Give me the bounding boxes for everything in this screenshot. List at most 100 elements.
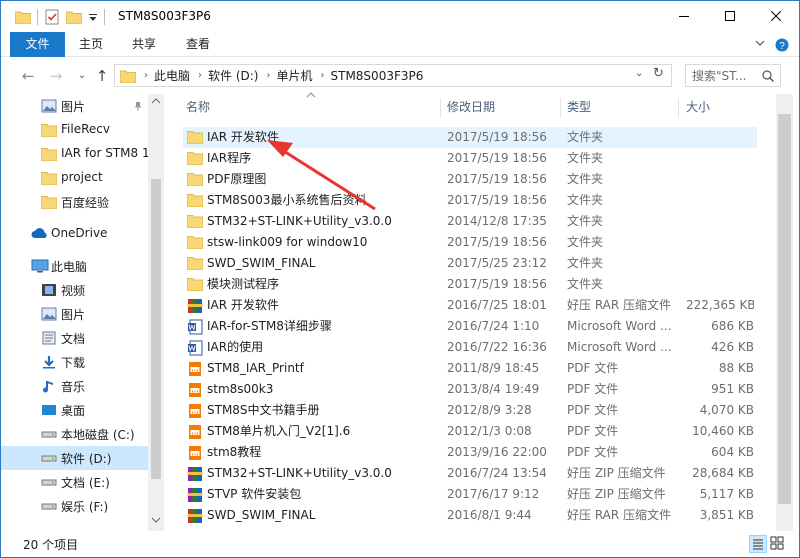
properties-icon[interactable] [44, 9, 60, 25]
drive-icon [41, 475, 59, 489]
file-row[interactable]: stsw-link009 for window10 2017/5/19 18:56… [183, 232, 757, 253]
window-title: STM8S003F3P6 [118, 9, 211, 23]
column-header-size[interactable]: 大小 [686, 94, 756, 120]
file-row[interactable]: IAR的使用 2016/7/22 16:36 Microsoft Word ... 4… [183, 337, 757, 358]
sidebar-item[interactable]: 图片 [1, 302, 148, 326]
help-icon[interactable]: ? [775, 38, 789, 52]
column-divider[interactable] [440, 98, 441, 118]
refresh-icon[interactable]: ↻ [653, 66, 664, 81]
chevron-right-icon[interactable]: › [321, 70, 325, 81]
chevron-down-icon[interactable]: ⌄ [635, 68, 643, 79]
sidebar-item[interactable]: 文档 (E:) [1, 470, 148, 494]
sidebar-item-label: 图片 [61, 308, 86, 322]
sidebar-item[interactable]: project [1, 166, 148, 190]
file-name: IAR的使用 [207, 340, 264, 354]
file-row[interactable]: IAR 开发软件 2016/7/25 18:01 好压 RAR 压缩文件 222,36… [183, 295, 757, 316]
breadcrumb-this-pc[interactable]: 此电脑 [154, 67, 190, 84]
breadcrumb-mcu[interactable]: 单片机 [276, 67, 312, 84]
details-view-button[interactable] [749, 535, 767, 553]
sidebar-item-label: IAR for STM8 1 [61, 146, 150, 160]
chevron-down-icon[interactable] [755, 40, 765, 48]
music-icon [41, 379, 59, 393]
recent-locations-button[interactable]: ⌄ [73, 67, 91, 85]
minimize-button[interactable] [661, 1, 707, 31]
sidebar-item[interactable]: 桌面 [1, 398, 148, 422]
sidebar-item[interactable]: 图片 [1, 94, 148, 118]
forward-button[interactable]: → [47, 67, 65, 85]
tab-share[interactable]: 共享 [125, 32, 163, 57]
column-header-name[interactable]: 名称 [186, 94, 440, 120]
scrollbar-thumb[interactable] [151, 179, 161, 479]
sidebar-item[interactable]: FileRecv [1, 118, 148, 142]
column-divider[interactable] [560, 98, 561, 118]
file-list-scrollbar[interactable] [776, 94, 793, 531]
breadcrumb-current[interactable]: STM8S003F3P6 [331, 69, 424, 83]
zip-archive-icon [187, 466, 203, 481]
chevron-right-icon[interactable]: › [266, 70, 270, 81]
file-row[interactable]: 模块测试程序 2017/5/19 18:56 文件夹 [183, 274, 757, 295]
file-row[interactable]: IAR 开发软件 2017/5/19 18:56 文件夹 [183, 127, 757, 148]
file-type: 文件夹 [567, 214, 604, 228]
file-name: STM8单片机入门_V2[1].6 [207, 424, 351, 438]
file-row[interactable]: STM8S003最小系统售后资料 2017/5/19 18:56 文件夹 [183, 190, 757, 211]
file-row[interactable]: STVP 软件安装包 2017/6/17 9:12 好压 ZIP 压缩文件 5,117… [183, 484, 757, 505]
breadcrumb-drive-d[interactable]: 软件 (D:) [208, 67, 258, 84]
sidebar-item[interactable]: 此电脑 [1, 254, 148, 278]
file-row[interactable]: SWD_SWIM_FINAL 2016/8/1 9:44 好压 RAR 压缩文件 3,… [183, 505, 757, 526]
folder-icon [186, 277, 204, 292]
file-row[interactable]: STM32+ST-LINK+Utility_v3.0.0 2016/7/24 13… [183, 463, 757, 484]
file-row[interactable]: stm8教程 2013/9/16 22:00 PDF 文件 604 KB [183, 442, 757, 463]
tab-home[interactable]: 主页 [73, 32, 109, 57]
customize-toolbar-icon[interactable] [88, 10, 98, 24]
folder-icon [186, 193, 204, 208]
sidebar-item[interactable]: 本地磁盘 (C:) [1, 422, 148, 446]
file-row[interactable]: SWD_SWIM_FINAL 2017/5/25 23:12 文件夹 [183, 253, 757, 274]
navigation-scrollbar[interactable] [148, 94, 164, 531]
tab-view[interactable]: 查看 [179, 32, 217, 57]
large-icons-view-button[interactable] [769, 535, 787, 553]
file-row[interactable]: stm8s00k3 2013/8/4 19:49 PDF 文件 951 KB [183, 379, 757, 400]
file-row[interactable]: IAR-for-STM8详细步骤 2016/7/24 1:10 Microsoft … [183, 316, 757, 337]
file-type: 文件夹 [567, 172, 604, 186]
file-type: PDF 文件 [567, 361, 619, 375]
maximize-button[interactable] [707, 1, 753, 31]
sidebar-item[interactable]: 文档 [1, 326, 148, 350]
file-row[interactable]: IAR程序 2017/5/19 18:56 文件夹 [183, 148, 757, 169]
search-input[interactable]: 搜索"ST... [685, 64, 781, 87]
up-button[interactable]: ↑ [93, 67, 111, 85]
file-row[interactable]: STM8单片机入门_V2[1].6 2012/1/3 0:08 PDF 文件 10,4… [183, 421, 757, 442]
file-row[interactable]: STM8S中文书籍手册 2012/8/9 3:28 PDF 文件 4,070 KB [183, 400, 757, 421]
sidebar-item[interactable]: 娱乐 (F:) [1, 494, 148, 518]
sidebar-item[interactable]: 百度经验 [1, 190, 148, 214]
new-folder-icon[interactable] [66, 10, 82, 24]
file-type: 文件夹 [567, 130, 604, 144]
folder-icon[interactable] [15, 10, 31, 24]
column-divider[interactable] [678, 98, 679, 118]
back-button[interactable]: ← [19, 67, 37, 85]
file-row[interactable]: PDF原理图 2017/5/19 18:56 文件夹 [183, 169, 757, 190]
scrollbar-thumb[interactable] [778, 114, 791, 504]
divider [37, 9, 38, 25]
file-name: IAR-for-STM8详细步骤 [207, 319, 332, 333]
chevron-right-icon[interactable]: › [198, 70, 202, 81]
sidebar-item[interactable]: 软件 (D:) [1, 446, 148, 470]
sidebar-item[interactable]: 下载 [1, 350, 148, 374]
file-name: 模块测试程序 [207, 277, 280, 291]
svg-text:?: ? [779, 41, 785, 52]
sidebar-item[interactable]: 视频 [1, 278, 148, 302]
close-button[interactable] [753, 1, 799, 31]
file-size: 28,684 KB [692, 466, 754, 480]
tab-file[interactable]: 文件 [10, 32, 65, 57]
sidebar-item[interactable]: IAR for STM8 1 [1, 142, 150, 166]
file-row[interactable]: STM32+ST-LINK+Utility_v3.0.0 2014/12/8 17… [183, 211, 757, 232]
address-bar[interactable]: › 此电脑 › 软件 (D:) › 单片机 › STM8S003F3P6 ⌄ ↻ [114, 64, 672, 87]
sidebar-item[interactable]: OneDrive [1, 222, 148, 246]
item-count: 20 个项目 [23, 538, 79, 552]
file-row[interactable]: STM8_IAR_Printf 2011/8/9 18:45 PDF 文件 88 KB [183, 358, 757, 379]
sidebar-item-label: 此电脑 [51, 260, 88, 274]
column-header-date[interactable]: 修改日期 [447, 94, 559, 120]
chevron-down-icon[interactable] [152, 517, 160, 523]
sidebar-item[interactable]: 音乐 [1, 374, 148, 398]
chevron-up-icon[interactable] [152, 98, 160, 104]
column-header-type[interactable]: 类型 [567, 94, 679, 120]
